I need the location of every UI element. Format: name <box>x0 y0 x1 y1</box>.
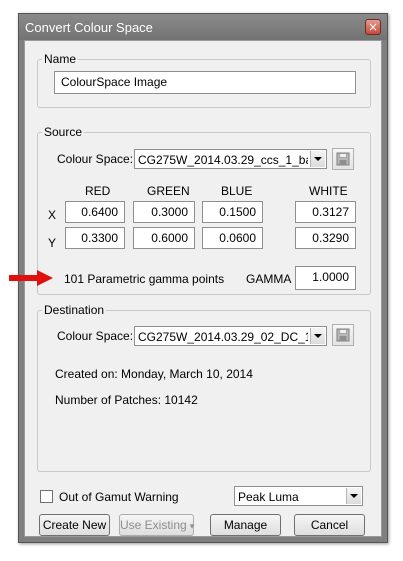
floppy-disk-icon <box>336 328 350 342</box>
cancel-button[interactable]: Cancel <box>294 514 365 536</box>
row-label-x: X <box>48 208 57 222</box>
source-colour-space-label: Colour Space: <box>57 152 134 166</box>
window-title: Convert Colour Space <box>25 20 153 35</box>
created-on-text: Created on: Monday, March 10, 2014 <box>55 367 253 381</box>
chevron-down-icon <box>346 488 361 504</box>
col-header-red: RED <box>85 184 111 198</box>
red-y-field[interactable]: 0.3300 <box>65 227 125 249</box>
gamma-field[interactable]: 1.0000 <box>295 266 356 290</box>
row-label-y: Y <box>48 236 57 250</box>
white-y-field[interactable]: 0.3290 <box>295 227 356 249</box>
use-existing-button[interactable]: Use Existing ▾ <box>119 514 194 536</box>
white-x-field[interactable]: 0.3127 <box>295 201 356 223</box>
destination-colour-space-label: Colour Space: <box>57 329 134 343</box>
green-y-field[interactable]: 0.6000 <box>133 227 195 249</box>
name-group-legend: Name <box>44 52 77 66</box>
blue-x-field[interactable]: 0.1500 <box>202 201 263 223</box>
floppy-disk-icon <box>336 152 350 166</box>
luma-mode-select[interactable]: Peak Luma <box>234 486 363 506</box>
title-bar[interactable]: Convert Colour Space × <box>19 14 387 40</box>
blue-y-field[interactable]: 0.0600 <box>202 227 263 249</box>
source-colour-space-value: CG275W_2014.03.29_ccs_1_based <box>138 153 308 167</box>
patches-count-text: Number of Patches: 10142 <box>55 393 198 407</box>
dropdown-arrow-icon: ▾ <box>189 521 195 531</box>
out-of-gamut-checkbox[interactable] <box>40 490 53 503</box>
green-x-field[interactable]: 0.3000 <box>133 201 195 223</box>
red-arrow-icon <box>9 270 53 286</box>
gamma-points-text: 101 Parametric gamma points <box>64 272 225 286</box>
destination-colour-space-select[interactable]: CG275W_2014.03.29_02_DC_1014 <box>134 326 327 346</box>
col-header-white: WHITE <box>309 184 348 198</box>
source-save-button[interactable] <box>332 148 354 170</box>
close-button[interactable]: × <box>365 19 381 35</box>
close-icon: × <box>367 20 379 34</box>
source-group-legend: Source <box>44 125 83 139</box>
convert-colour-space-dialog: Convert Colour Space × Name ColourSpace … <box>9 13 388 543</box>
chevron-down-icon <box>310 328 325 344</box>
create-new-button[interactable]: Create New <box>39 514 110 536</box>
gamma-label: GAMMA <box>246 272 292 286</box>
luma-mode-value: Peak Luma <box>238 490 299 504</box>
out-of-gamut-label: Out of Gamut Warning <box>59 490 179 504</box>
manage-button[interactable]: Manage <box>210 514 281 536</box>
destination-colour-space-value: CG275W_2014.03.29_02_DC_1014 <box>138 330 308 344</box>
chevron-down-icon <box>310 151 325 167</box>
source-colour-space-select[interactable]: CG275W_2014.03.29_ccs_1_based <box>134 149 327 169</box>
use-existing-label: Use Existing <box>120 518 187 532</box>
red-x-field[interactable]: 0.6400 <box>65 201 125 223</box>
dialog-body: Name ColourSpace Image Source Colour Spa… <box>9 40 382 537</box>
destination-group-legend: Destination <box>44 303 105 317</box>
name-field[interactable]: ColourSpace Image <box>54 71 356 94</box>
col-header-green: GREEN <box>147 184 190 198</box>
col-header-blue: BLUE <box>221 184 253 198</box>
destination-save-button[interactable] <box>332 324 354 346</box>
